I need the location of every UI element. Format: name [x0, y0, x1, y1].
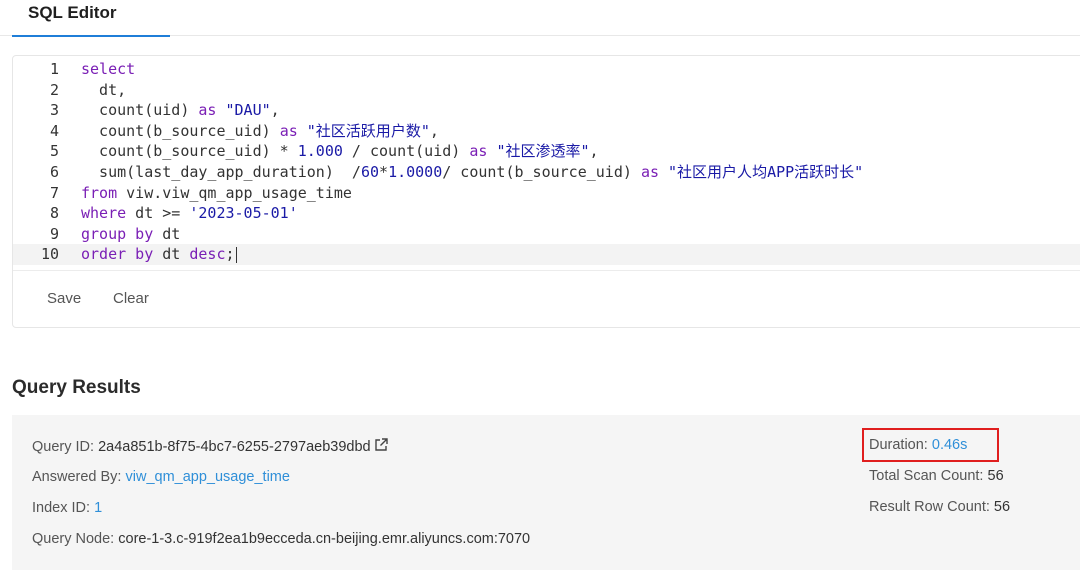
line-number: 10 [40, 245, 59, 264]
index-id-link[interactable]: 1 [94, 500, 102, 516]
code-text: dt, [81, 80, 127, 99]
query-node-row: Query Node: core-1-3.c-919f2ea1b9ecceda.… [32, 531, 530, 547]
code-line: 8 where dt >= '2023-05-01' [13, 203, 1080, 224]
query-results-title: Query Results [12, 377, 141, 398]
answered-by-label: Answered By: [32, 469, 122, 485]
index-id-row: Index ID: 1 [32, 500, 102, 516]
code-text: count(b_source_uid) as "社区活跃用户数", [81, 121, 439, 140]
line-number: 7 [49, 183, 59, 202]
query-id-value: 2a4a851b-8f75-4bc7-6255-2797aeb39dbd [98, 439, 371, 455]
code-line: 4 count(b_source_uid) as "社区活跃用户数", [13, 121, 1080, 142]
result-row-count-value: 56 [993, 499, 1011, 515]
line-number: 2 [49, 80, 59, 99]
query-node-value: core-1-3.c-919f2ea1b9ecceda.cn-beijing.e… [118, 531, 531, 547]
code-line: 3 count(uid) as "DAU", [13, 100, 1080, 121]
code-lines: 1 select 2 dt, 3 count(uid) as "DAU", 4 coun… [13, 59, 1080, 265]
line-number: 4 [49, 121, 59, 140]
index-id-label: Index ID: [32, 500, 91, 516]
clear-button[interactable]: Clear [113, 290, 149, 307]
code-line: 9 group by dt [13, 224, 1080, 245]
code-text: select [81, 60, 136, 78]
code-line: 10 order by dt desc; [13, 244, 1080, 265]
tab-label: SQL Editor [28, 3, 117, 22]
total-scan-count-value: 56 [987, 468, 1004, 484]
external-link-icon[interactable] [373, 437, 389, 453]
line-number: 5 [49, 142, 59, 161]
save-button[interactable]: Save [47, 290, 81, 307]
answered-by-row: Answered By: viw_qm_app_usage_time [32, 469, 290, 485]
code-text: sum(last_day_app_duration) /60*1.0000/ c… [81, 162, 864, 181]
line-number: 8 [49, 204, 59, 223]
code-line: 5 count(b_source_uid) * 1.000 / count(ui… [13, 141, 1080, 162]
tab-bar: SQL Editor [0, 0, 1080, 37]
total-scan-count-label: Total Scan Count: [869, 468, 984, 484]
editor-card: 1 select 2 dt, 3 count(uid) as "DAU", 4 coun… [12, 55, 1080, 328]
result-row-count-label: Result Row Count: [869, 499, 990, 515]
code-text: order by dt desc; [81, 245, 237, 264]
answered-by-link[interactable]: viw_qm_app_usage_time [126, 469, 290, 485]
code-text: count(b_source_uid) * 1.000 / count(uid)… [81, 142, 599, 161]
line-number: 3 [49, 101, 59, 120]
query-node-label: Query Node: [32, 531, 115, 547]
code-line: 2 dt, [13, 80, 1080, 101]
sql-code-editor[interactable]: 1 select 2 dt, 3 count(uid) as "DAU", 4 coun… [13, 56, 1080, 271]
code-text: group by dt [81, 224, 181, 243]
result-row-count-row: Result Row Count: 56 [869, 499, 1010, 515]
text-cursor [235, 246, 237, 263]
total-scan-count-row: Total Scan Count: 56 [869, 468, 1004, 484]
code-line: 7 from viw.viw_qm_app_usage_time [13, 183, 1080, 204]
code-text: count(uid) as "DAU", [81, 101, 280, 120]
query-id-row: Query ID: 2a4a851b-8f75-4bc7-6255-2797ae… [32, 437, 389, 455]
line-number: 6 [49, 162, 59, 181]
query-id-label: Query ID: [32, 439, 95, 455]
code-line: 1 select [13, 59, 1080, 80]
code-text: from viw.viw_qm_app_usage_time [81, 183, 352, 202]
tab-active-indicator [12, 35, 170, 37]
line-number: 9 [49, 224, 59, 243]
code-line: 6 sum(last_day_app_duration) /60*1.0000/… [13, 162, 1080, 183]
code-text: where dt >= '2023-05-01' [81, 204, 298, 223]
duration-highlight-box [862, 428, 999, 462]
line-number: 1 [49, 60, 59, 78]
tab-sql-editor[interactable]: SQL Editor [12, 0, 170, 37]
